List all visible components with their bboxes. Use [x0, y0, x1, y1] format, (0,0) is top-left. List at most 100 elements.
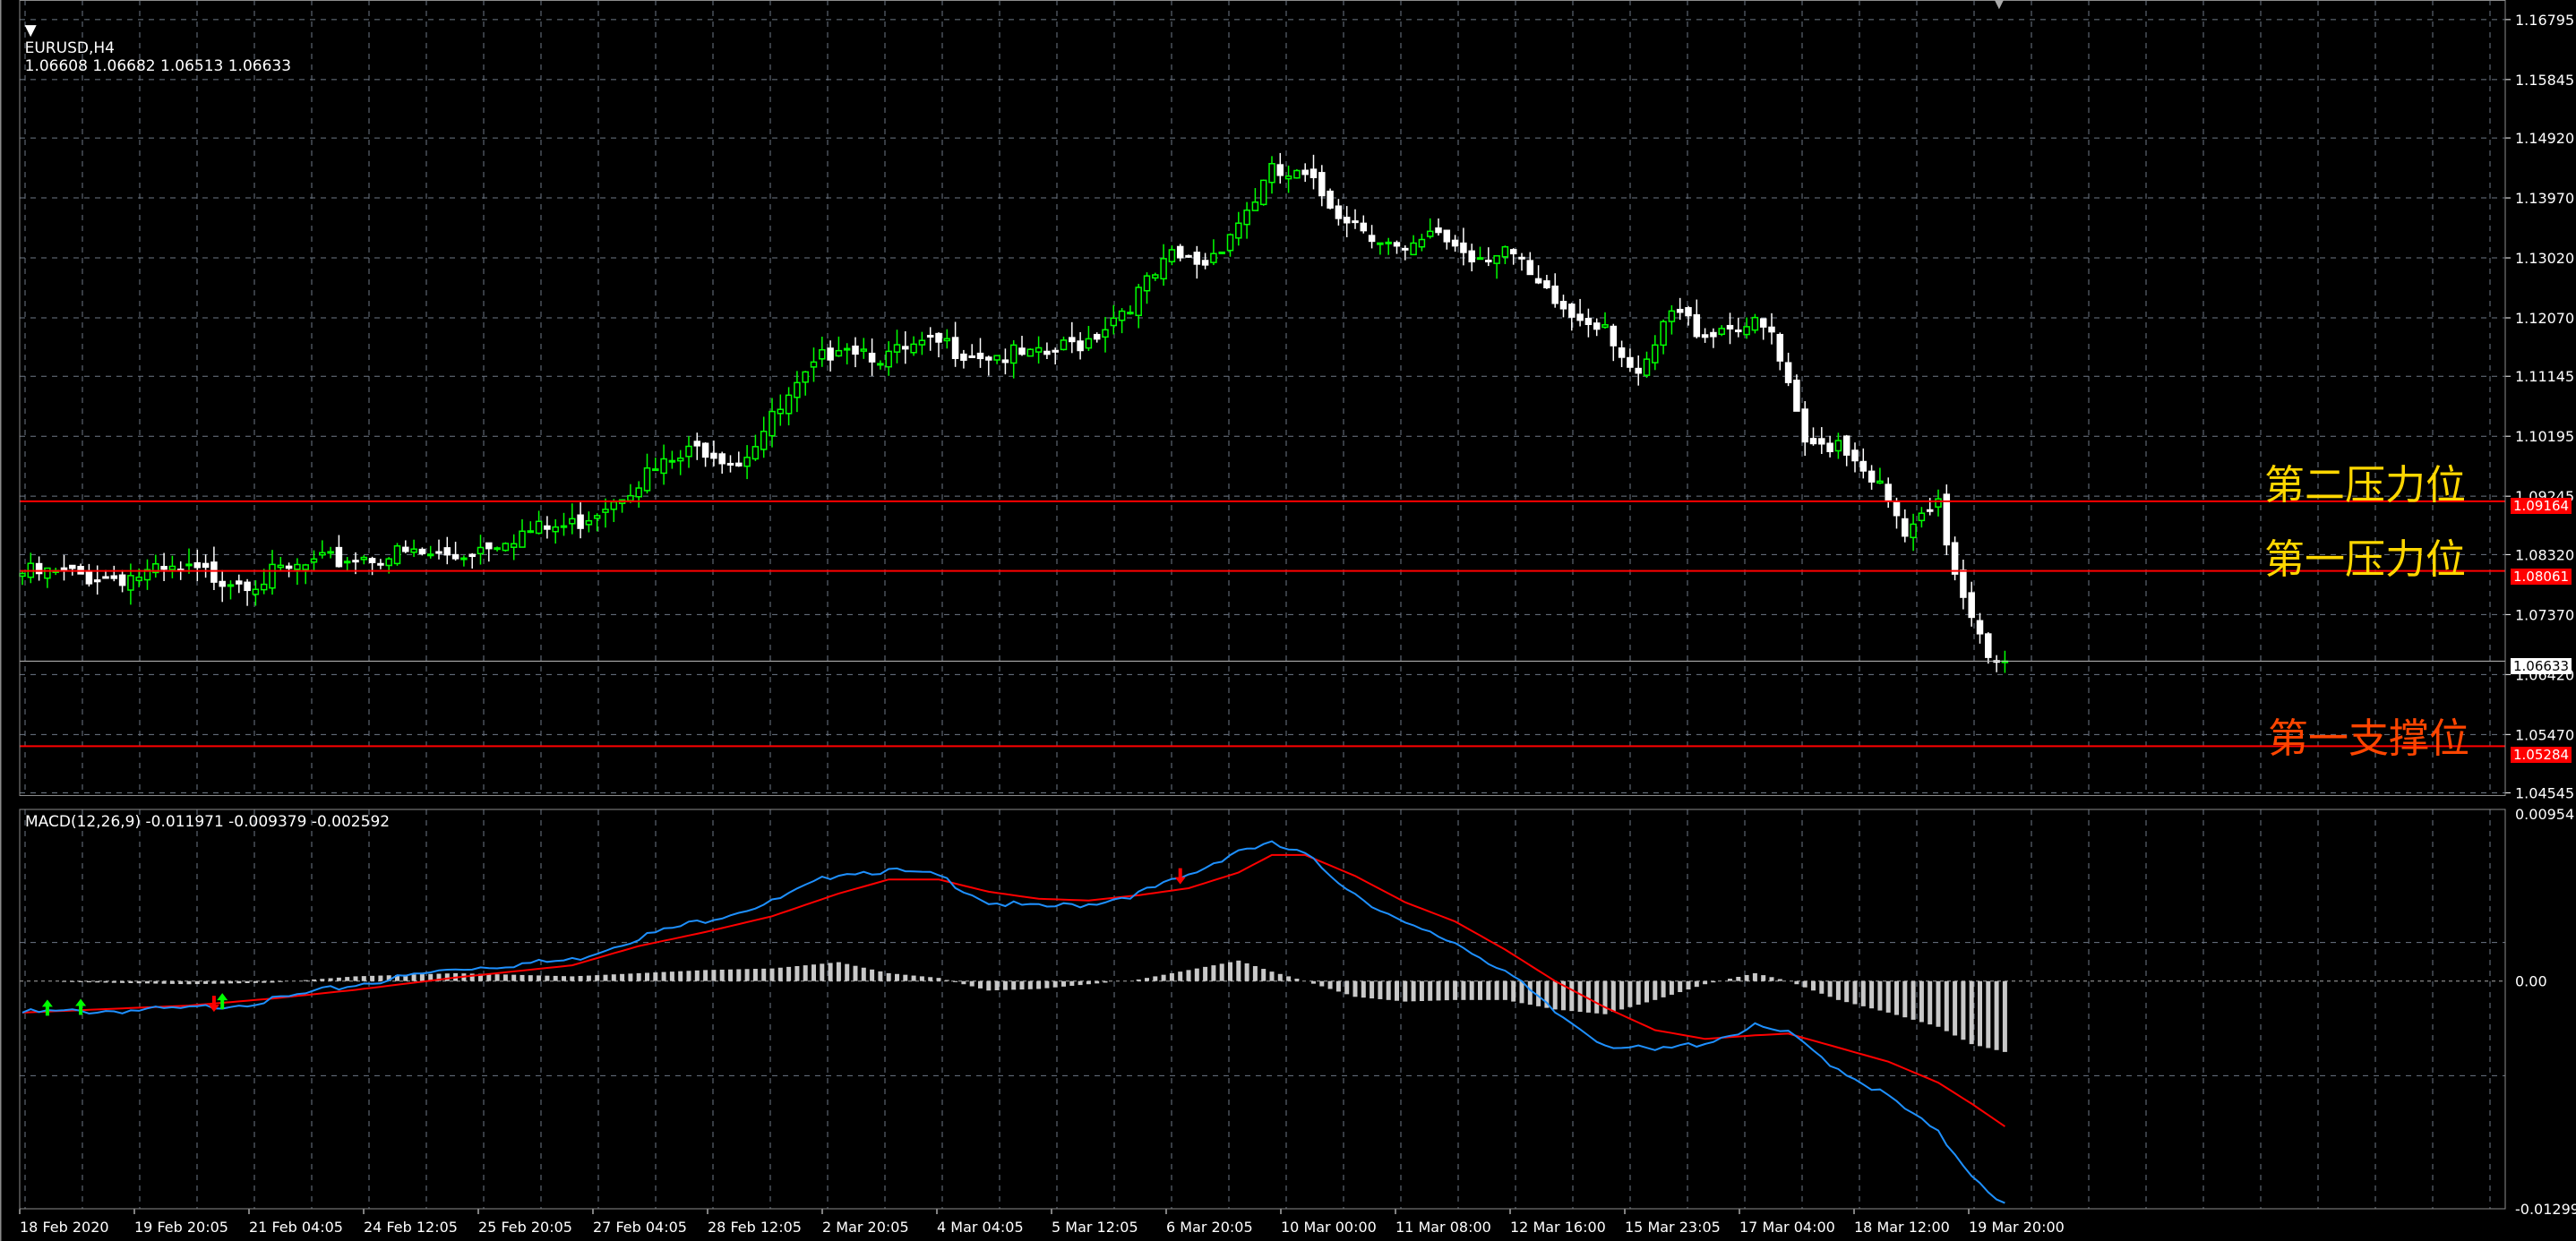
candle-body	[1693, 313, 1701, 338]
candle-body	[35, 562, 43, 575]
candle-body	[1534, 278, 1542, 284]
candle-body	[1868, 470, 1876, 483]
candle-body	[1559, 300, 1567, 310]
candle-body	[1335, 205, 1343, 219]
candle-body	[502, 543, 510, 552]
candle-body	[1077, 340, 1084, 352]
level-label-support-1: 第一支撑位	[2268, 715, 2470, 762]
time-tick-label: 21 Feb 04:05	[249, 1219, 343, 1236]
candle-body	[1327, 190, 1334, 209]
macd-panel-frame	[19, 809, 2506, 1210]
candle-body	[993, 355, 1000, 361]
candle-body	[1035, 347, 1043, 353]
candle-body	[185, 563, 193, 567]
candle-body	[535, 520, 543, 535]
dropdown-icon[interactable]: ▼	[25, 21, 37, 39]
candle-body	[1859, 460, 1868, 472]
candle-body	[769, 410, 776, 437]
candle-body	[810, 361, 818, 368]
candle-body	[1910, 523, 1917, 539]
candle-body	[1768, 326, 1775, 333]
candle-body	[710, 452, 717, 459]
candle-body	[1493, 254, 1500, 264]
candle-body	[319, 552, 326, 556]
price-tick-label: 1.07370	[2515, 606, 2574, 623]
candle-body	[1676, 308, 1684, 313]
candle-body	[127, 575, 134, 591]
candle-body	[1726, 324, 1734, 330]
candle-body	[652, 468, 659, 472]
candle-body	[1385, 241, 1392, 244]
candle-body	[1568, 304, 1576, 318]
candle-body	[1402, 247, 1409, 251]
candle-body	[1451, 239, 1459, 247]
candle-body	[1210, 252, 1217, 263]
candle-body	[402, 546, 409, 552]
candle-body	[260, 583, 268, 591]
candle-body	[1776, 333, 1784, 362]
candle-body	[1026, 348, 1035, 357]
candle-body	[1268, 163, 1275, 184]
candle-body	[451, 553, 459, 560]
candle-body	[1201, 260, 1209, 266]
candles	[19, 152, 2009, 673]
candle-body	[785, 394, 793, 415]
time-tick-label: 10 Mar 00:00	[1281, 1219, 1377, 1236]
candle-body	[1043, 350, 1051, 355]
chart-canvas[interactable]: 1.16795 1.15845 1.14920 1.13970 1.13020 1.120…	[0, 0, 2576, 1241]
candle-body	[726, 462, 734, 466]
candle-body	[701, 442, 709, 458]
price-tick-label: 1.14920	[2515, 130, 2574, 147]
candle-body	[1135, 287, 1142, 317]
candle-body	[1701, 334, 1709, 338]
candle-body	[1360, 222, 1368, 232]
scroll-marker-icon[interactable]: ▼	[1993, 0, 2005, 12]
candle-body	[1318, 172, 1326, 197]
macd-tick-label: 0.00	[2515, 973, 2547, 990]
candle-body	[1660, 321, 1667, 347]
candle-body	[1093, 333, 1101, 340]
candle-body	[610, 501, 618, 510]
candle-body	[1127, 312, 1134, 315]
symbol-label: EURUSD,H4	[24, 39, 115, 57]
candle-body	[1801, 408, 1808, 443]
price-tick-label: 1.13020	[2515, 250, 2574, 267]
candle-body	[310, 558, 318, 563]
candle-body	[460, 557, 468, 561]
candle-body	[943, 338, 951, 342]
candle-body	[1152, 274, 1159, 279]
candle-body	[1509, 249, 1517, 255]
candle-body	[1885, 484, 1892, 501]
candle-body	[393, 545, 401, 565]
candle-body	[160, 566, 167, 570]
candle-body	[1985, 633, 1992, 658]
candle-body	[835, 349, 843, 357]
candle-body	[269, 563, 276, 589]
candle-body	[1243, 210, 1250, 226]
time-tick-label: 12 Mar 16:00	[1510, 1219, 1606, 1236]
candle-body	[85, 569, 93, 585]
candle-body	[1935, 498, 1942, 508]
candle-body	[1460, 242, 1467, 253]
candle-body	[577, 514, 584, 529]
candle-body	[893, 344, 901, 353]
frame	[0, 0, 2506, 1241]
candle-body	[1610, 325, 1618, 347]
candle-body	[510, 543, 518, 548]
candle-body	[1251, 201, 1259, 211]
candle-body	[1584, 318, 1593, 326]
candle-body	[1735, 330, 1742, 333]
candle-body	[360, 556, 368, 561]
candle-body	[1842, 435, 1850, 456]
candle-body	[285, 565, 293, 569]
candle-body	[377, 562, 384, 566]
candle-body	[1960, 569, 1967, 598]
candle-body	[1627, 356, 1634, 368]
candle-body	[343, 561, 351, 564]
time-tick-label: 28 Feb 12:05	[708, 1219, 802, 1236]
candle-body	[1235, 222, 1242, 239]
candle-body	[827, 347, 834, 361]
candle-body	[1652, 344, 1659, 364]
candle-body	[1426, 230, 1434, 237]
candle-body	[93, 579, 101, 583]
